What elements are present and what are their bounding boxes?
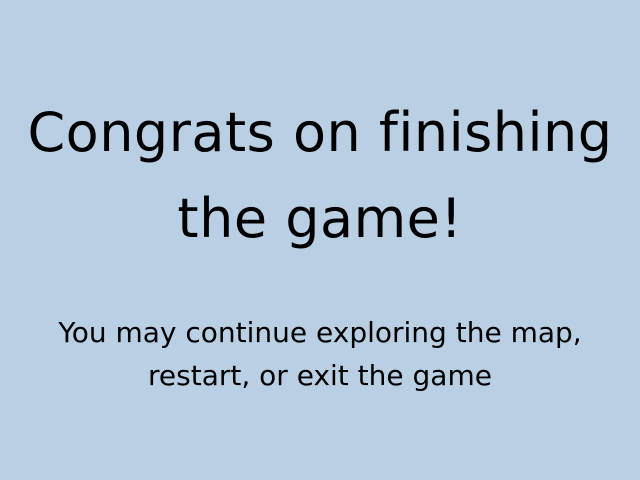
title-line-2: the game!: [177, 187, 463, 250]
message-line-1: You may continue exploring the map,: [58, 316, 582, 349]
next-steps-message: You may continue exploring the map, rest…: [0, 311, 640, 397]
congratulations-title: Congrats on finishing the game!: [0, 90, 640, 262]
game-complete-screen: Congrats on finishing the game! You may …: [0, 0, 640, 480]
message-line-2: restart, or exit the game: [148, 359, 492, 392]
title-line-1: Congrats on finishing: [27, 101, 613, 164]
